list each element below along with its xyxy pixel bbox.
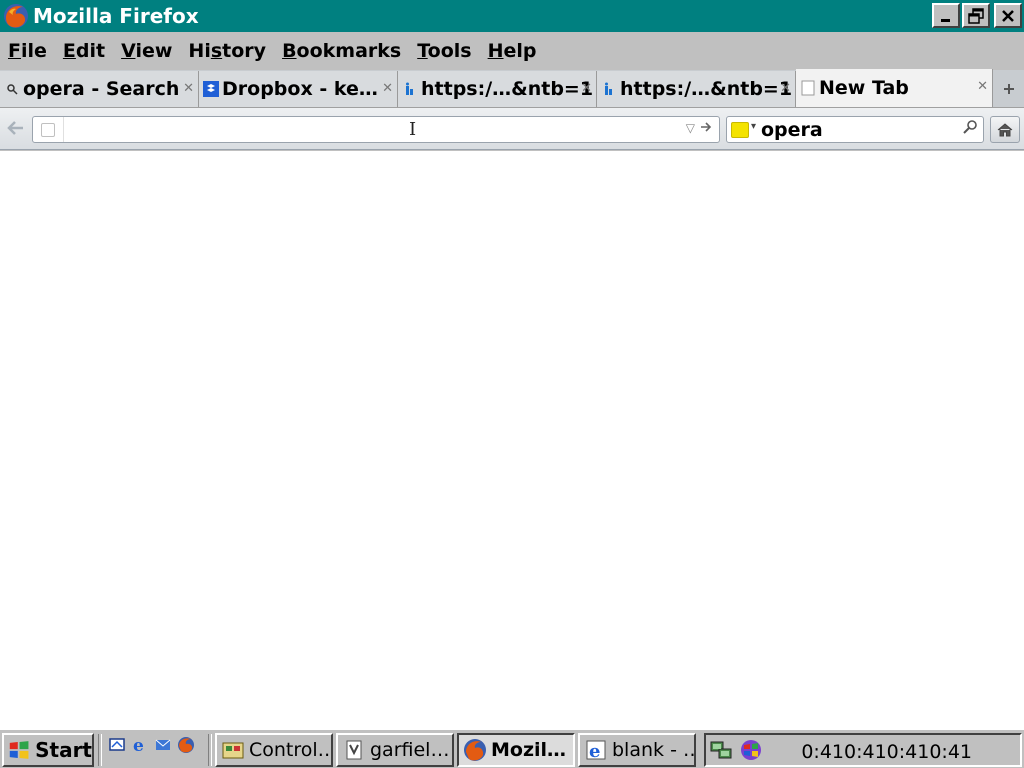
start-label: Start (35, 738, 92, 762)
tab-opera-search[interactable]: opera - Search ✕ (0, 71, 199, 107)
tab-close-icon[interactable]: ✕ (382, 81, 393, 96)
tab-strip: opera - Search ✕ Dropbox - ke… ✕ https:/… (0, 69, 1024, 108)
menu-help[interactable]: Help (488, 40, 537, 62)
internet-explorer-icon[interactable]: e (129, 734, 151, 756)
title-bar: Mozilla Firefox (0, 0, 1024, 32)
minimize-button[interactable] (932, 3, 960, 28)
go-arrow-icon[interactable] (699, 119, 713, 138)
tab-label: https:/…&ntb=1 (421, 78, 594, 100)
control-panel-icon (221, 738, 245, 762)
firefox-icon[interactable] (175, 734, 197, 756)
task-label: blank - … (612, 739, 696, 761)
taskbar: Start e Control… garfiel… Mozil… e blank… (0, 728, 1024, 768)
task-label: garfiel… (370, 739, 450, 761)
start-button[interactable]: Start (2, 733, 94, 767)
task-garfield[interactable]: garfiel… (336, 733, 454, 767)
internet-explorer-icon: e (584, 738, 608, 762)
search-bar[interactable]: ▾ (726, 116, 984, 143)
tab-close-icon[interactable]: ✕ (977, 79, 988, 94)
svg-text:e: e (133, 736, 144, 754)
tab-https-2[interactable]: https:/…&ntb=1 ✕ (597, 71, 796, 107)
taskbar-separator (208, 734, 212, 766)
page-content[interactable] (0, 151, 1024, 728)
menu-history[interactable]: History (188, 40, 266, 62)
home-button[interactable] (990, 116, 1020, 143)
home-icon (997, 122, 1013, 136)
task-mozilla[interactable]: Mozil… (457, 733, 575, 767)
dropdown-arrow-icon[interactable]: ▽ (686, 121, 695, 135)
minimize-icon (941, 18, 950, 22)
new-tab-button[interactable] (995, 71, 1023, 107)
tab-label: opera - Search (23, 78, 180, 100)
search-input[interactable] (761, 119, 951, 140)
magnifier-icon[interactable] (963, 119, 979, 139)
show-desktop-icon[interactable] (106, 734, 128, 756)
taskbar-separator (98, 734, 102, 766)
firefox-icon (463, 738, 487, 762)
tab-label: New Tab (819, 77, 909, 99)
system-tray: 0:410:410:410:41 (704, 733, 1022, 767)
windows-logo-icon (9, 741, 29, 759)
task-control-panel[interactable]: Control… (215, 733, 333, 767)
menu-tools[interactable]: Tools (417, 40, 471, 62)
yahoo-engine-icon[interactable] (731, 122, 749, 138)
task-blank-ie[interactable]: e blank - … (578, 733, 696, 767)
close-button[interactable] (994, 3, 1022, 28)
site-identity-icon[interactable] (41, 123, 55, 137)
tab-label: Dropbox - ke… (222, 78, 378, 100)
task-label: Mozil… (491, 739, 567, 761)
url-bar[interactable]: I ▽ (32, 116, 720, 143)
navigation-toolbar: I ▽ ▾ (0, 108, 1024, 150)
windows-flag-icon[interactable] (738, 737, 764, 763)
window-controls (930, 3, 1022, 28)
quick-launch: e (106, 734, 198, 756)
restore-button[interactable] (962, 3, 990, 28)
url-divider (63, 117, 64, 142)
restore-icon (968, 7, 984, 24)
tab-close-icon[interactable]: ✕ (581, 81, 592, 96)
outlook-express-icon[interactable] (152, 734, 174, 756)
dropbox-icon (203, 81, 219, 97)
back-button[interactable] (6, 120, 30, 138)
site-favicon-icon (601, 81, 617, 97)
engine-dropdown-icon[interactable]: ▾ (751, 121, 756, 132)
search-icon (4, 81, 20, 97)
back-arrow-icon (7, 121, 23, 135)
network-icon[interactable] (709, 737, 735, 763)
task-label: Control… (249, 739, 333, 761)
tab-dropbox[interactable]: Dropbox - ke… ✕ (199, 71, 398, 107)
tab-https-1[interactable]: https:/…&ntb=1 ✕ (398, 71, 597, 107)
svg-text:e: e (589, 741, 600, 761)
tab-close-icon[interactable]: ✕ (183, 81, 194, 96)
tab-new-tab[interactable]: New Tab ✕ (796, 69, 993, 107)
firefox-icon (4, 4, 28, 28)
menu-file[interactable]: File (8, 40, 47, 62)
clock: 0:410:410:410:41 (801, 741, 972, 763)
menu-view[interactable]: View (121, 40, 172, 62)
tab-close-icon[interactable]: ✕ (780, 81, 791, 96)
plus-icon (1004, 84, 1014, 94)
file-icon (342, 738, 366, 762)
window-title: Mozilla Firefox (33, 4, 199, 28)
text-cursor-icon: I (409, 119, 417, 140)
menu-bookmarks[interactable]: Bookmarks (282, 40, 401, 62)
menu-bar: File Edit View History Bookmarks Tools H… (0, 32, 1024, 70)
tab-label: https:/…&ntb=1 (620, 78, 793, 100)
url-input[interactable] (67, 119, 677, 140)
site-favicon-icon (402, 81, 418, 97)
menu-edit[interactable]: Edit (63, 40, 105, 62)
blank-page-icon (800, 80, 816, 96)
close-icon (1002, 9, 1014, 22)
